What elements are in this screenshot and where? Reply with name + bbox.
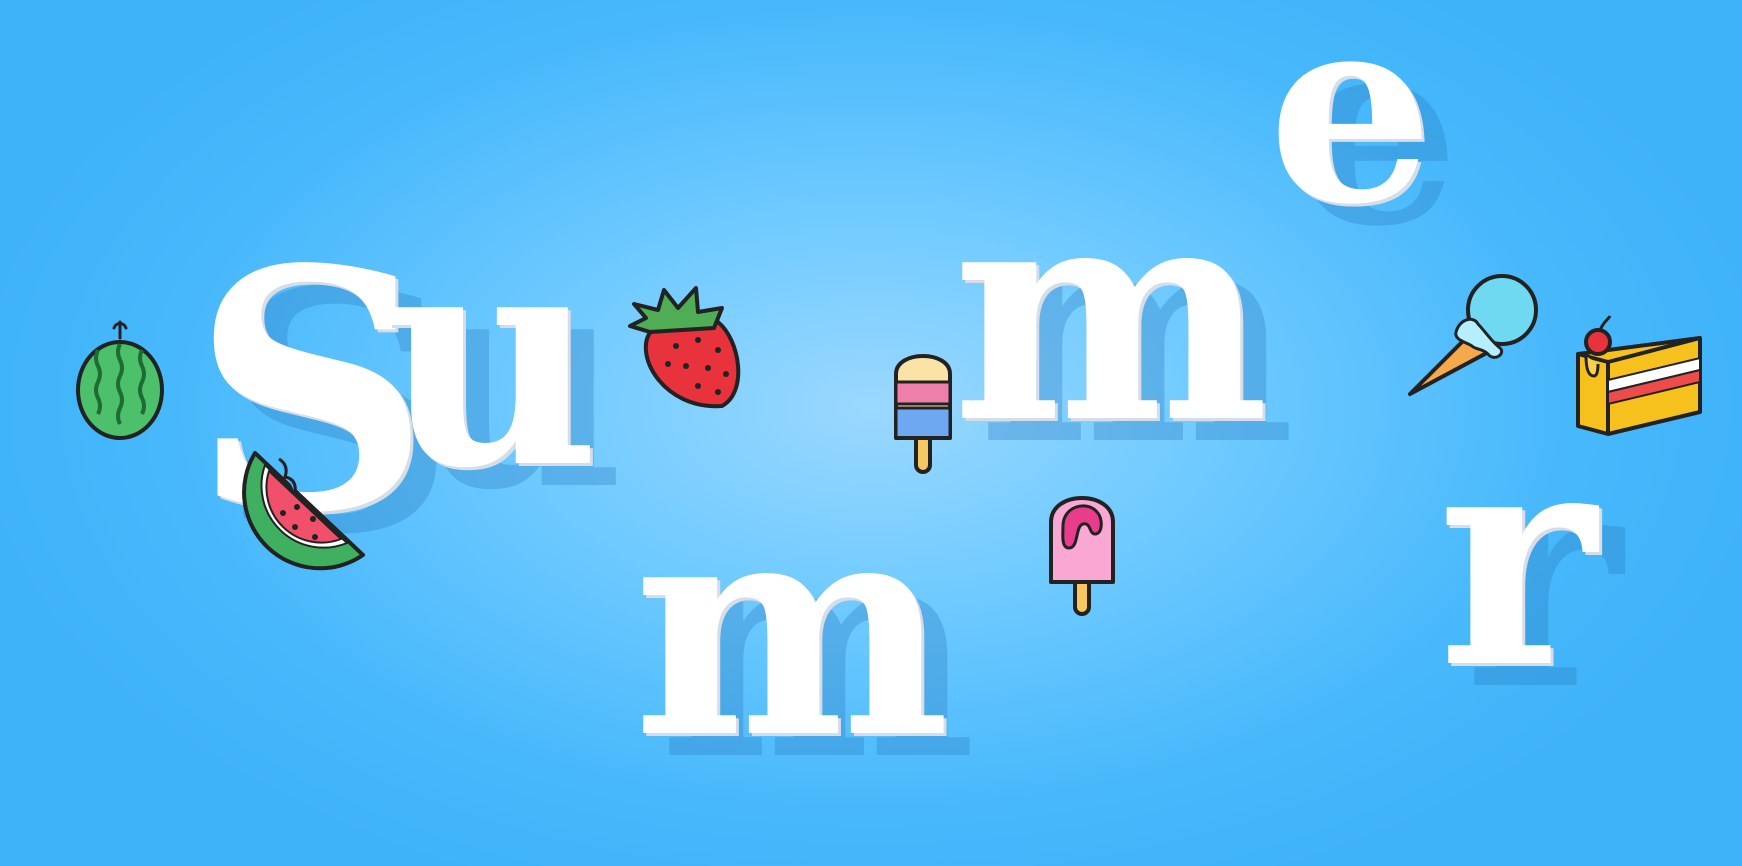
letter-e: e [1268, 0, 1434, 262]
watermelon-slice-icon [235, 445, 375, 580]
letter-r: r [1438, 381, 1597, 734]
popsicle-pink-icon [1047, 488, 1117, 618]
cake-slice-icon [1572, 308, 1704, 442]
letter-u: u [382, 181, 601, 534]
letter-m-middle: m [952, 136, 1270, 489]
strawberry-icon [622, 282, 747, 412]
melon-icon [74, 318, 166, 442]
popsicle-striped-icon [892, 346, 954, 476]
letter-m-bottom: m [633, 451, 951, 804]
ice-cream-cone-icon [1402, 270, 1538, 402]
